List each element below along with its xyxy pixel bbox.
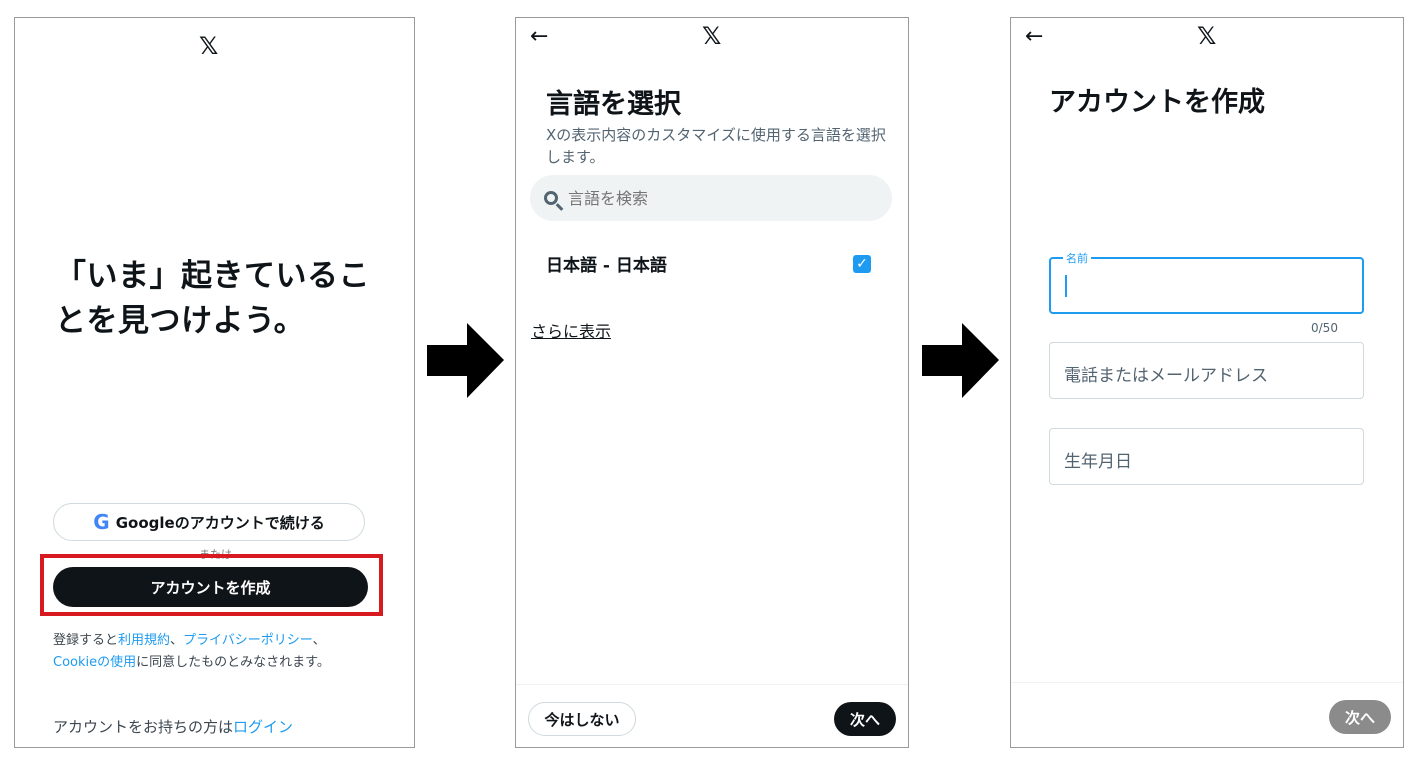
page-title: アカウントを作成 (1049, 87, 1265, 118)
search-icon (544, 191, 558, 205)
name-field[interactable]: 名前 (1049, 250, 1364, 314)
create-account-screen: ← 𝕏 アカウントを作成 名前 0/50 電話またはメールアドレス 生年月日 次… (1010, 17, 1404, 748)
hero-headline: 「いま」起きていることを見つけよう。 (55, 258, 370, 339)
contact-field[interactable]: 電話またはメールアドレス (1049, 342, 1364, 399)
back-arrow-icon[interactable]: ← (1025, 26, 1043, 48)
login-prompt: アカウントをお持ちの方はログイン (53, 716, 293, 737)
birthday-field[interactable]: 生年月日 (1049, 428, 1364, 485)
google-continue-button[interactable]: G Googleのアカウントで続ける (53, 503, 365, 541)
google-icon: G (93, 510, 110, 534)
checkbox-checked-icon[interactable]: ✓ (853, 255, 871, 273)
footer-divider (516, 684, 908, 685)
x-logo-icon: 𝕏 (199, 32, 219, 60)
terms-link[interactable]: 利用規約 (118, 633, 170, 648)
legal-suffix: に同意したものとみなされます。 (136, 655, 330, 670)
login-prefix: アカウントをお持ちの方は (53, 718, 234, 736)
page-title: 言語を選択 (546, 89, 681, 120)
next-button-disabled[interactable]: 次へ (1329, 700, 1391, 734)
language-select-screen: ← 𝕏 言語を選択 Xの表示内容のカスタマイズに使用する言語を選択します。 日本… (515, 17, 909, 748)
skip-button[interactable]: 今はしない (528, 702, 636, 736)
privacy-link[interactable]: プライバシーポリシー (183, 633, 313, 648)
next-button[interactable]: 次へ (834, 702, 896, 736)
x-logo-icon: 𝕏 (702, 22, 722, 50)
legal-separator: 、 (170, 633, 184, 648)
flow-arrow-icon (427, 323, 504, 398)
contact-placeholder: 電話またはメールアドレス (1064, 366, 1268, 386)
text-cursor (1065, 275, 1067, 297)
legal-notice: 登録すると利用規約、プライバシーポリシー、 Cookieの使用に同意したものとみな… (53, 630, 393, 674)
language-option-label[interactable]: 日本語 - 日本語 (546, 251, 667, 276)
page-description: Xの表示内容のカスタマイズに使用する言語を選択します。 (546, 126, 886, 166)
legal-separator: 、 (312, 633, 326, 648)
x-logo-icon: 𝕏 (1197, 22, 1217, 50)
back-arrow-icon[interactable]: ← (530, 26, 548, 48)
welcome-screen: 𝕏 「いま」起きていることを見つけよう。 G Googleのアカウントで続ける … (14, 17, 415, 748)
show-more-link[interactable]: さらに表示 (531, 318, 611, 342)
legal-prefix: 登録すると (53, 633, 119, 648)
cookie-link[interactable]: Cookieの使用 (53, 655, 136, 670)
highlight-box (40, 554, 383, 616)
name-field-label: 名前 (1063, 250, 1091, 266)
language-search[interactable] (530, 175, 892, 221)
language-search-input[interactable] (566, 187, 860, 209)
birthday-placeholder: 生年月日 (1064, 452, 1132, 472)
footer-divider (1011, 682, 1403, 683)
login-link[interactable]: ログイン (233, 718, 293, 736)
name-char-counter: 0/50 (1311, 321, 1338, 335)
flow-arrow-icon (922, 323, 999, 398)
google-continue-label: Googleのアカウントで続ける (115, 513, 325, 532)
